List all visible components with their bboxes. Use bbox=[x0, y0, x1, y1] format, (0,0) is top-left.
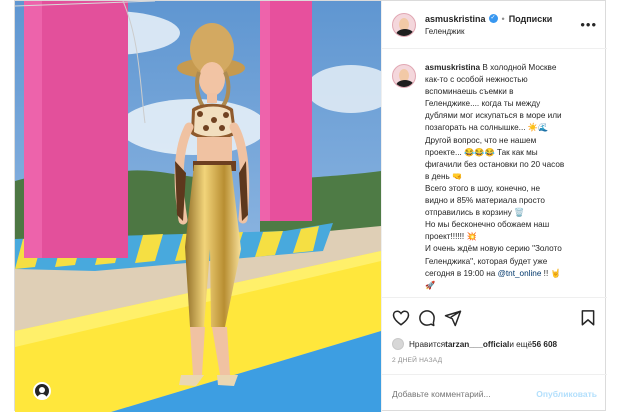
caption-line-last-text: сегодня в 19:00 на bbox=[425, 268, 496, 278]
caption-line: Всего этого в шоу, конечно, не bbox=[425, 183, 541, 193]
likes-and: и ещё bbox=[509, 339, 533, 349]
caption-last-line: 🚀 bbox=[425, 280, 436, 290]
comment-icon[interactable] bbox=[418, 309, 436, 327]
caption-text: asmuskristina В холодной Москве как-то с… bbox=[425, 62, 564, 292]
author-avatar[interactable] bbox=[392, 12, 416, 37]
author-info: asmuskristina ✓ • Подписки Геленджик bbox=[425, 14, 580, 36]
caption-line: вспоминаешь съемки в bbox=[425, 87, 514, 97]
publish-button[interactable]: Опубликовать bbox=[536, 389, 597, 399]
caption-area: asmuskristina В холодной Москве как-то с… bbox=[382, 49, 607, 298]
caption: asmuskristina В холодной Москве как-то с… bbox=[392, 62, 597, 292]
caption-line: позагорать на солнышке... ☀️🌊 bbox=[425, 123, 549, 133]
liker-username[interactable]: tarzan___official bbox=[445, 340, 509, 349]
likes-count[interactable]: 56 608 bbox=[532, 340, 557, 349]
author-username[interactable]: asmuskristina bbox=[425, 14, 486, 24]
post-header: asmuskristina ✓ • Подписки Геленджик ••• bbox=[382, 1, 607, 49]
post-photo[interactable] bbox=[15, 1, 381, 412]
caption-avatar[interactable] bbox=[392, 64, 416, 88]
caption-line: Другой вопрос, что не нашем bbox=[425, 135, 537, 145]
caption-line: видно и 85% материала просто bbox=[425, 196, 545, 206]
caption-line: В холодной Москве bbox=[482, 63, 557, 72]
verified-icon: ✓ bbox=[488, 14, 498, 23]
caption-tail: !! 🤘 bbox=[541, 268, 561, 278]
caption-line: как-то с особой нежностью bbox=[425, 75, 528, 85]
caption-line: Геленджика", которая будет уже bbox=[425, 256, 548, 266]
post-sidebar: asmuskristina ✓ • Подписки Геленджик •••… bbox=[381, 1, 607, 412]
likes-prefix: Нравится bbox=[409, 339, 446, 349]
share-icon[interactable] bbox=[444, 309, 462, 327]
post-actions bbox=[382, 298, 607, 338]
bookmark-icon[interactable] bbox=[579, 309, 597, 327]
likes-row: Нравится tarzan___official и ещё 56 608 bbox=[382, 338, 607, 350]
caption-line: проект!!!!!! 💥 bbox=[425, 232, 477, 242]
caption-line: в день 🤜 bbox=[425, 171, 463, 181]
heart-icon[interactable] bbox=[392, 309, 410, 327]
author-row: asmuskristina ✓ • Подписки bbox=[425, 14, 580, 24]
comment-box: Опубликовать bbox=[382, 374, 607, 412]
caption-line: Но мы бесконечно обожаем наш bbox=[425, 220, 550, 230]
caption-line: отправились в корзину 🗑️ bbox=[425, 208, 525, 218]
liker-avatar[interactable] bbox=[392, 338, 404, 350]
caption-line: дублями мог искупаться в море или bbox=[425, 111, 562, 121]
instagram-post: asmuskristina ✓ • Подписки Геленджик •••… bbox=[14, 0, 607, 412]
caption-line: проекте... 😂😂😂 Так как мы bbox=[425, 147, 538, 157]
caption-line: Геленджике.... когда ты между bbox=[425, 99, 541, 109]
caption-line: И очень ждём новую серию "Золото bbox=[425, 244, 562, 254]
follow-button[interactable]: Подписки bbox=[509, 14, 553, 24]
separator-dot: • bbox=[501, 13, 505, 24]
photo-illustration bbox=[15, 1, 381, 412]
caption-line-with-mention: сегодня в 19:00 на @tnt_online !! 🤘 bbox=[425, 268, 564, 280]
caption-username[interactable]: asmuskristina bbox=[425, 63, 480, 72]
more-icon[interactable]: ••• bbox=[580, 18, 597, 31]
caption-mention-link[interactable]: @tnt_online bbox=[498, 269, 542, 278]
comment-input[interactable] bbox=[392, 388, 537, 399]
caption-line: фигачили без остановки по 20 часов bbox=[425, 159, 565, 169]
location-link[interactable]: Геленджик bbox=[425, 27, 580, 36]
user-tag-icon[interactable] bbox=[33, 382, 51, 400]
post-date[interactable]: 2 дней назад bbox=[382, 350, 607, 364]
